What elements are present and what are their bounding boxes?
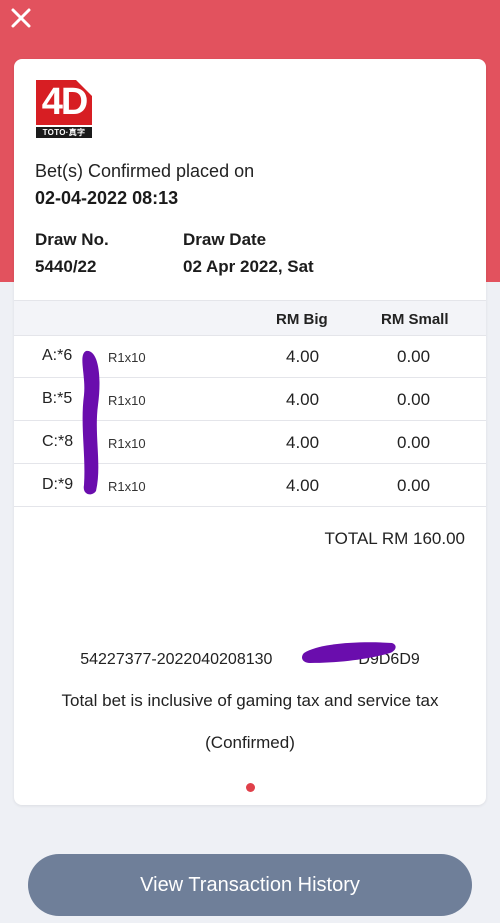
bet-type: R1x10 [108,350,146,365]
bet-small-amount: 0.00 [397,390,431,409]
bet-number: C:*8 [42,433,74,450]
placed-label: Bet(s) Confirmed placed on [35,161,255,181]
draw-date-label: Draw Date [183,230,267,249]
reference-prefix: 54227377-2022040208130 [80,651,273,668]
bet-receipt-card: 4D TOTO·真字 Bet(s) Confirmed placed on 02… [14,59,486,805]
bet-type: R1x10 [108,479,146,494]
total-amount: TOTAL RM 160.00 [324,529,465,548]
confirmation-status: (Confirmed) [205,733,295,752]
view-transaction-history-button[interactable]: View Transaction History [28,854,472,916]
bet-big-amount: 4.00 [286,347,320,366]
bet-type: R1x10 [108,393,146,408]
bet-small-amount: 0.00 [397,347,431,366]
bet-small-amount: 0.00 [397,433,431,452]
draw-number-value: 5440/22 [35,257,97,276]
column-header-big: RM Big [276,311,328,328]
bet-number: B:*5 [42,390,73,407]
bet-number: A:*6 [42,347,73,364]
logo-brand: TOTO·真字 [36,127,92,138]
bet-big-amount: 4.00 [286,476,320,495]
tax-note: Total bet is inclusive of gaming tax and… [61,691,439,710]
ticket-reference: 54227377-2022040208130 D9D6D9 [14,651,486,669]
bet-row: D:*9 R1x10 4.00 0.00 [14,464,486,507]
bet-row: B:*5 R1x10 4.00 0.00 [14,378,486,421]
bet-small-amount: 0.00 [397,476,431,495]
bet-big-amount: 4.00 [286,433,320,452]
draw-number-label: Draw No. [35,230,109,249]
page-indicator-dot [246,783,255,792]
draw-date-value: 02 Apr 2022, Sat [183,257,314,276]
bet-table-header: RM Big RM Small [14,300,486,336]
reference-suffix: D9D6D9 [358,651,420,668]
column-header-small: RM Small [381,311,449,328]
bet-big-amount: 4.00 [286,390,320,409]
toto-4d-logo: 4D TOTO·真字 [36,80,92,139]
bet-number: D:*9 [42,476,74,493]
bet-row: C:*8 R1x10 4.00 0.00 [14,421,486,464]
placed-datetime: 02-04-2022 08:13 [35,188,179,208]
bet-type: R1x10 [108,436,146,451]
logo-corner [76,80,92,96]
bet-row: A:*6 R1x10 4.00 0.00 [14,335,486,378]
close-button[interactable] [8,5,34,31]
close-icon [11,8,31,28]
logo-mark: 4D [36,80,92,125]
